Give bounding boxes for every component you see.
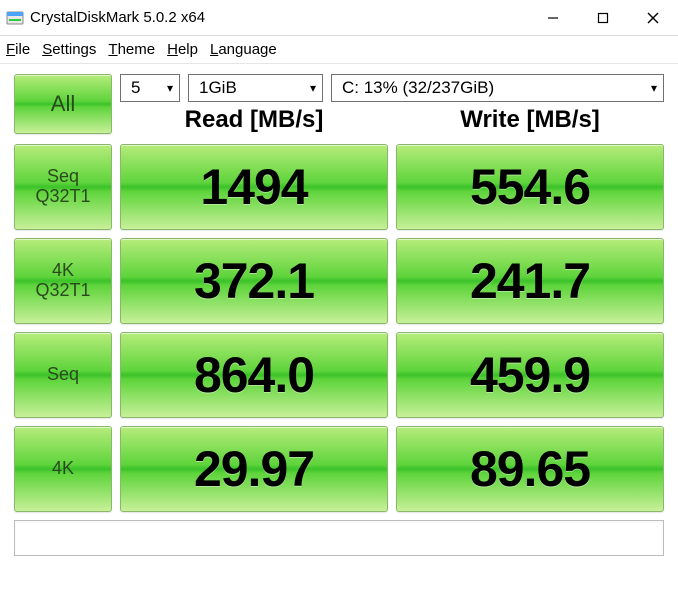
test-label-line2: Q32T1 — [35, 187, 90, 207]
status-bar — [14, 520, 664, 556]
titlebar: CrystalDiskMark 5.0.2 x64 — [0, 0, 678, 36]
close-button[interactable] — [628, 0, 678, 36]
result-row-seq: Seq 864.0 459.9 — [14, 332, 664, 418]
runs-select[interactable]: 5 ▾ — [120, 74, 180, 102]
menu-theme[interactable]: Theme — [108, 41, 155, 58]
read-value-4k-q32t1: 372.1 — [120, 238, 388, 324]
test-label-line1: Seq — [47, 365, 79, 385]
result-row-4k-q32t1: 4K Q32T1 372.1 241.7 — [14, 238, 664, 324]
test-label-line1: 4K — [52, 459, 74, 479]
window-controls — [528, 0, 678, 36]
menu-file[interactable]: File — [6, 41, 30, 58]
test-label-line2: Q32T1 — [35, 281, 90, 301]
write-value-seq-q32t1: 554.6 — [396, 144, 664, 230]
menu-language[interactable]: Language — [210, 41, 277, 58]
controls-row: All 5 ▾ 1GiB ▾ C: 13% (32/237GiB) ▾ Read — [14, 74, 664, 134]
read-value-seq-q32t1: 1494 — [120, 144, 388, 230]
result-row-4k: 4K 29.97 89.65 — [14, 426, 664, 512]
app-icon — [6, 9, 24, 27]
drive-value: C: 13% (32/237GiB) — [342, 78, 494, 98]
chevron-down-icon: ▾ — [651, 81, 657, 95]
menubar: File Settings Theme Help Language — [0, 36, 678, 64]
read-value-seq: 864.0 — [120, 332, 388, 418]
size-value: 1GiB — [199, 78, 237, 98]
write-value-4k: 89.65 — [396, 426, 664, 512]
all-button-label: All — [51, 91, 75, 117]
test-label-line1: Seq — [47, 167, 79, 187]
test-button-4k-q32t1[interactable]: 4K Q32T1 — [14, 238, 112, 324]
menu-file-rest: ile — [15, 41, 30, 58]
size-select[interactable]: 1GiB ▾ — [188, 74, 323, 102]
test-button-seq[interactable]: Seq — [14, 332, 112, 418]
test-button-seq-q32t1[interactable]: Seq Q32T1 — [14, 144, 112, 230]
runs-value: 5 — [131, 78, 140, 98]
test-label-line1: 4K — [52, 261, 74, 281]
write-header: Write [MB/s] — [396, 106, 664, 134]
menu-settings[interactable]: Settings — [42, 41, 96, 58]
test-button-4k[interactable]: 4K — [14, 426, 112, 512]
maximize-button[interactable] — [578, 0, 628, 36]
result-row-seq-q32t1: Seq Q32T1 1494 554.6 — [14, 144, 664, 230]
all-button[interactable]: All — [14, 74, 112, 134]
chevron-down-icon: ▾ — [167, 81, 173, 95]
read-header: Read [MB/s] — [120, 106, 388, 134]
content-area: All 5 ▾ 1GiB ▾ C: 13% (32/237GiB) ▾ Read — [0, 64, 678, 564]
window-title: CrystalDiskMark 5.0.2 x64 — [30, 9, 205, 26]
write-value-4k-q32t1: 241.7 — [396, 238, 664, 324]
write-value-seq: 459.9 — [396, 332, 664, 418]
minimize-button[interactable] — [528, 0, 578, 36]
drive-select[interactable]: C: 13% (32/237GiB) ▾ — [331, 74, 664, 102]
read-value-4k: 29.97 — [120, 426, 388, 512]
menu-help[interactable]: Help — [167, 41, 198, 58]
chevron-down-icon: ▾ — [310, 81, 316, 95]
